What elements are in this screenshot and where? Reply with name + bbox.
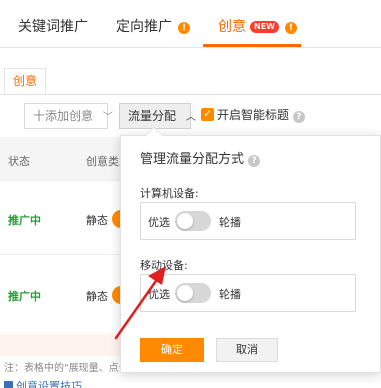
row-status: 推广中 <box>8 290 41 303</box>
switch-knob <box>177 285 193 301</box>
option-prefer-label: 优选 <box>148 288 170 301</box>
option-prefer-label: 优选 <box>148 216 170 229</box>
smart-title-label: 开启智能标题 ? <box>217 106 305 123</box>
tab-keyword-promotion[interactable]: 关键词推广 <box>18 16 88 36</box>
chevron-up-icon: ︿ <box>185 112 196 123</box>
sub-tab-creative[interactable]: 创意 <box>4 68 46 95</box>
mobile-device-label: 移动设备: <box>140 259 188 272</box>
book-icon <box>4 381 13 388</box>
switch-knob <box>177 213 193 229</box>
desktop-allocation-option: 优选 轮播 <box>140 202 356 240</box>
table-note: 注：表格中的"展现量、点击 <box>4 363 129 374</box>
help-icon[interactable]: ? <box>292 111 305 123</box>
row-type: 静态 <box>86 214 108 227</box>
smart-title-checkbox[interactable]: ✓ <box>201 108 214 121</box>
popup-title-text: 管理流量分配方式 <box>140 152 245 167</box>
mobile-allocation-switch[interactable] <box>175 283 211 303</box>
traffic-allocation-button[interactable]: 流量分配 ︿ <box>119 103 196 129</box>
popup-title: 管理流量分配方式 ? <box>140 148 261 167</box>
chevron-down-icon: ﹀ <box>102 112 113 123</box>
tab-creative-label: 创意 <box>218 19 246 35</box>
info-icon: ! <box>284 22 297 34</box>
tab-creative[interactable]: 创意 NEW! <box>218 16 297 36</box>
option-rotate-label: 轮播 <box>219 288 241 301</box>
row-status: 推广中 <box>8 214 41 227</box>
smart-title-text: 开启智能标题 <box>217 108 290 122</box>
active-tab-underline <box>203 44 301 47</box>
help-icon[interactable]: ? <box>248 155 261 167</box>
desktop-device-label: 计算机设备: <box>140 187 199 200</box>
tab-targeting-promotion[interactable]: 定向推广! <box>116 16 190 36</box>
column-header-status: 状态 <box>8 155 30 168</box>
confirm-button[interactable]: 确定 <box>140 338 204 362</box>
cancel-button[interactable]: 取消 <box>216 338 278 362</box>
add-creative-dropdown[interactable]: 十添加创意 ﹀ <box>24 103 113 129</box>
desktop-allocation-switch[interactable] <box>175 211 211 231</box>
tab-targeting-label: 定向推广 <box>116 19 172 35</box>
info-icon: ! <box>178 22 190 34</box>
mobile-allocation-option: 优选 轮播 <box>140 274 356 312</box>
top-tab-bar: 关键词推广 定向推广! 创意 NEW! <box>0 0 381 48</box>
creative-tips-label: 创意设置技巧 <box>16 380 82 388</box>
row-type: 静态 <box>86 290 108 303</box>
option-rotate-label: 轮播 <box>219 216 241 229</box>
creative-tips-link[interactable]: 创意设置技巧 <box>4 378 82 388</box>
add-creative-label: 十添加创意 <box>33 109 94 123</box>
traffic-allocation-label: 流量分配 <box>128 109 177 123</box>
tab-keyword-label: 关键词推广 <box>18 19 88 35</box>
new-badge: NEW <box>250 21 279 33</box>
sub-tab-divider <box>0 94 381 95</box>
